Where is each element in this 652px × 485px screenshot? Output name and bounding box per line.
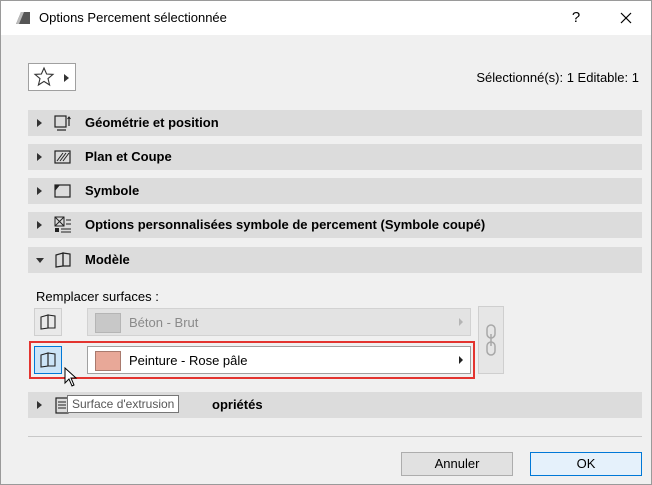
expand-arrow-icon	[37, 401, 42, 409]
surface-icon	[40, 314, 56, 330]
chevron-right-icon	[459, 318, 463, 326]
geometry-icon	[54, 115, 71, 131]
close-icon	[620, 12, 632, 24]
star-icon	[33, 66, 55, 87]
panel-label: Géométrie et position	[85, 115, 219, 130]
panel-geometry[interactable]: Géométrie et position	[28, 110, 642, 136]
chevron-right-icon	[64, 74, 69, 82]
symbol-icon	[54, 184, 71, 198]
separator	[28, 436, 642, 437]
panel-label: Modèle	[85, 252, 130, 267]
ok-button[interactable]: OK	[530, 452, 642, 476]
panel-custom-symbol[interactable]: Options personnalisées symbole de percem…	[28, 212, 642, 238]
dialog-window: Options Percement sélectionnée ? Sélecti…	[0, 0, 652, 485]
mouse-cursor-icon	[64, 367, 78, 387]
surface-swatch	[95, 313, 121, 333]
favorites-button[interactable]	[28, 63, 76, 91]
panel-label: Options personnalisées symbole de percem…	[85, 217, 486, 232]
cancel-button[interactable]: Annuler	[401, 452, 513, 476]
expand-arrow-icon	[37, 187, 42, 195]
selection-highlight	[29, 341, 475, 379]
close-button[interactable]	[603, 1, 649, 35]
surface-label: Béton - Brut	[129, 315, 199, 330]
selection-info: Sélectionné(s): 1 Editable: 1	[476, 70, 639, 85]
app-icon	[16, 12, 30, 24]
chain-link-icon	[486, 324, 496, 356]
tooltip: Surface d'extrusion	[67, 395, 180, 413]
expand-arrow-icon	[37, 221, 42, 229]
panel-label: Plan et Coupe	[85, 149, 172, 164]
replace-surfaces-label: Remplacer surfaces :	[36, 289, 159, 304]
custom-symbol-icon	[54, 216, 71, 233]
panel-label: opriétés	[212, 397, 263, 412]
window-title: Options Percement sélectionnée	[39, 10, 227, 25]
ok-label: OK	[576, 456, 596, 471]
panel-label: Symbole	[85, 183, 140, 198]
surface-select-concrete[interactable]: Béton - Brut	[87, 308, 471, 336]
link-surfaces-button[interactable]	[478, 306, 504, 374]
expand-arrow-icon	[37, 153, 42, 161]
expand-arrow-icon	[37, 119, 42, 127]
model-icon	[55, 252, 71, 268]
plan-section-icon	[54, 150, 71, 164]
help-button[interactable]: ?	[553, 1, 599, 35]
collapse-arrow-icon	[36, 258, 44, 263]
panel-model[interactable]: Modèle	[28, 247, 642, 273]
cancel-label: Annuler	[434, 456, 480, 471]
panel-symbol[interactable]: Symbole	[28, 178, 642, 204]
help-label: ?	[571, 9, 581, 26]
title-bar: Options Percement sélectionnée ?	[1, 1, 651, 35]
panel-plan-section[interactable]: Plan et Coupe	[28, 144, 642, 170]
surface-toggle-button[interactable]	[34, 308, 62, 336]
